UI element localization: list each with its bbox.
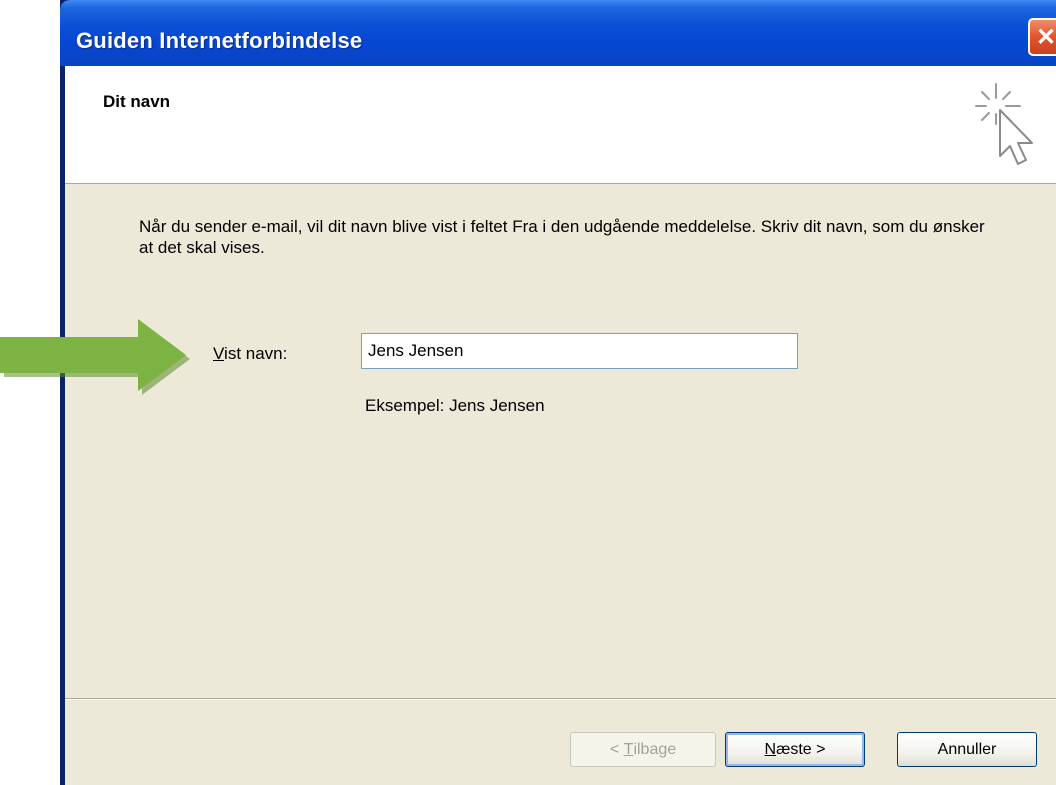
footer-divider bbox=[65, 698, 1056, 700]
cancel-button[interactable]: Annuller bbox=[897, 732, 1037, 767]
display-name-input[interactable] bbox=[361, 333, 798, 369]
label-text: ist navn: bbox=[224, 344, 288, 363]
back-label: ilbage bbox=[633, 740, 677, 758]
title-bar[interactable]: Guiden Internetforbindelse ✕ bbox=[60, 0, 1056, 66]
back-button[interactable]: < Tilbage bbox=[570, 732, 716, 767]
close-icon: ✕ bbox=[1035, 23, 1056, 51]
label-mnemonic: V bbox=[213, 344, 225, 363]
window-title: Guiden Internetforbindelse bbox=[76, 28, 363, 53]
cancel-label: Annuller bbox=[937, 740, 997, 758]
next-label: æste > bbox=[776, 740, 826, 758]
wizard-cursor-icon bbox=[975, 83, 1033, 165]
green-arrow-icon bbox=[0, 319, 190, 395]
next-mnemonic: N bbox=[764, 740, 777, 758]
dialog-frame: Dit navn Når du sender e-mail, vil dit n… bbox=[65, 66, 1056, 785]
close-button[interactable]: ✕ bbox=[1028, 18, 1056, 56]
back-prefix: < bbox=[609, 740, 624, 758]
display-name-label: Vist navn: bbox=[213, 344, 287, 364]
wizard-window: Guiden Internetforbindelse ✕ Dit navn Nå… bbox=[60, 0, 1056, 785]
page-title: Dit navn bbox=[103, 92, 171, 111]
back-mnemonic: T bbox=[623, 740, 634, 758]
description-text: Når du sender e-mail, vil dit navn blive… bbox=[139, 217, 985, 257]
example-text: Eksempel: Jens Jensen bbox=[365, 396, 545, 415]
wizard-header: Dit navn bbox=[65, 66, 1056, 184]
next-button[interactable]: Næste > bbox=[725, 732, 865, 767]
